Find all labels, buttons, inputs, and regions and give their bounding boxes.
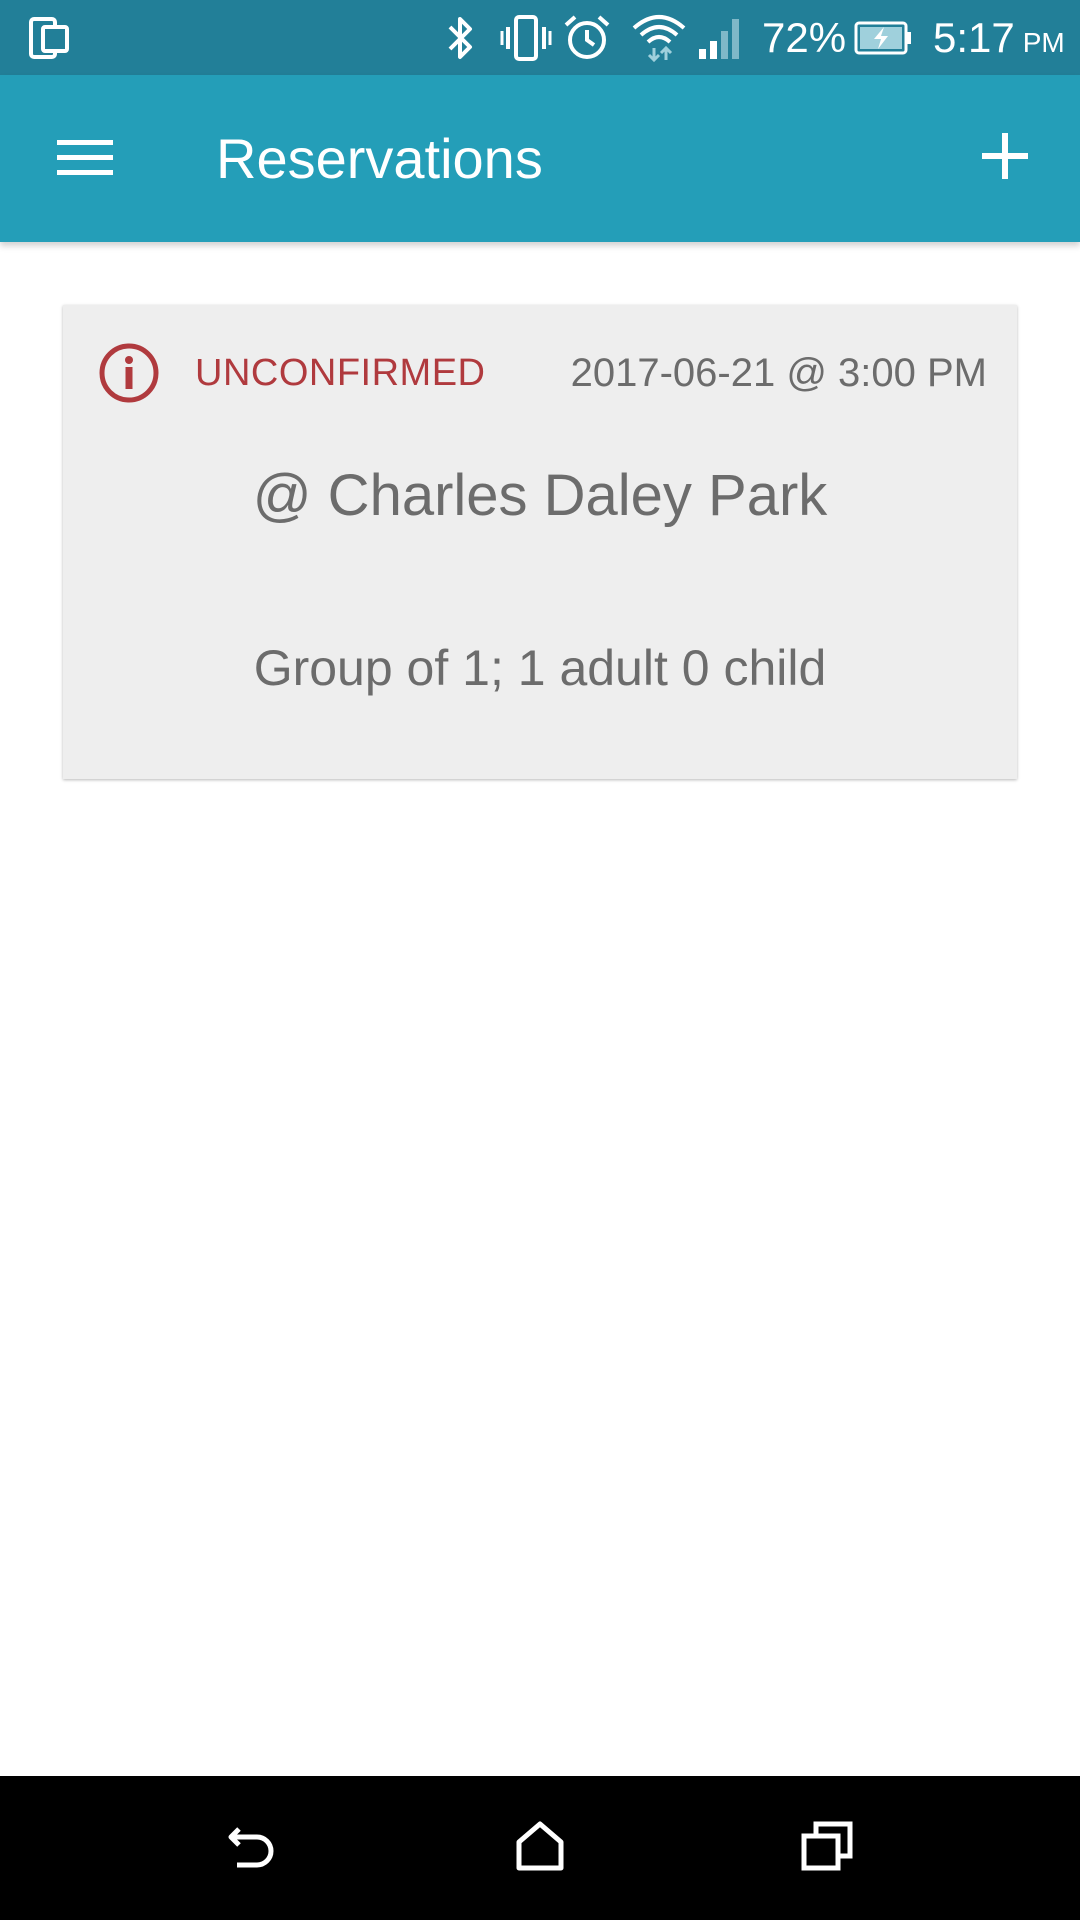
cell-signal-icon <box>697 10 745 66</box>
status-bar: 72% 5:17 PM <box>0 0 1080 75</box>
clock-ampm: PM <box>1022 27 1065 58</box>
menu-button[interactable] <box>40 115 130 205</box>
back-button[interactable] <box>198 1798 308 1898</box>
bluetooth-icon <box>444 10 478 66</box>
alarm-icon <box>562 10 612 66</box>
page-title: Reservations <box>216 126 543 190</box>
reservation-datetime: 2017-06-21 @ 3:00 PM <box>570 350 987 395</box>
wifi-icon <box>630 10 688 66</box>
plus-icon <box>982 132 1028 184</box>
battery-charging-icon <box>854 10 912 66</box>
reservation-card[interactable]: UNCONFIRMED 2017-06-21 @ 3:00 PM @ Charl… <box>63 305 1017 779</box>
clock: 5:17 PM <box>933 8 1065 68</box>
app-bar: Reservations <box>0 75 1080 242</box>
battery-percent: 72% <box>762 14 847 61</box>
home-button[interactable] <box>485 1798 595 1898</box>
reservation-group: Group of 1; 1 adult 0 child <box>253 640 827 696</box>
add-reservation-button[interactable] <box>960 113 1050 203</box>
home-icon <box>514 1820 566 1877</box>
vibrate-icon <box>500 10 552 66</box>
reservations-screen: 72% 5:17 PM Reservations UNCONFIRMED 201… <box>0 0 1080 1920</box>
clock-time: 5:17 <box>933 14 1015 61</box>
recents-button[interactable] <box>772 1798 882 1898</box>
recents-icon <box>800 1820 854 1877</box>
phone-tablet-icon <box>28 10 72 66</box>
nav-bar <box>0 1776 1080 1920</box>
info-circle-icon <box>98 342 160 404</box>
hamburger-menu-icon <box>57 138 113 183</box>
back-icon <box>225 1821 281 1876</box>
reservation-status: UNCONFIRMED <box>195 351 486 394</box>
reservation-location: @ Charles Daley Park <box>252 462 828 528</box>
